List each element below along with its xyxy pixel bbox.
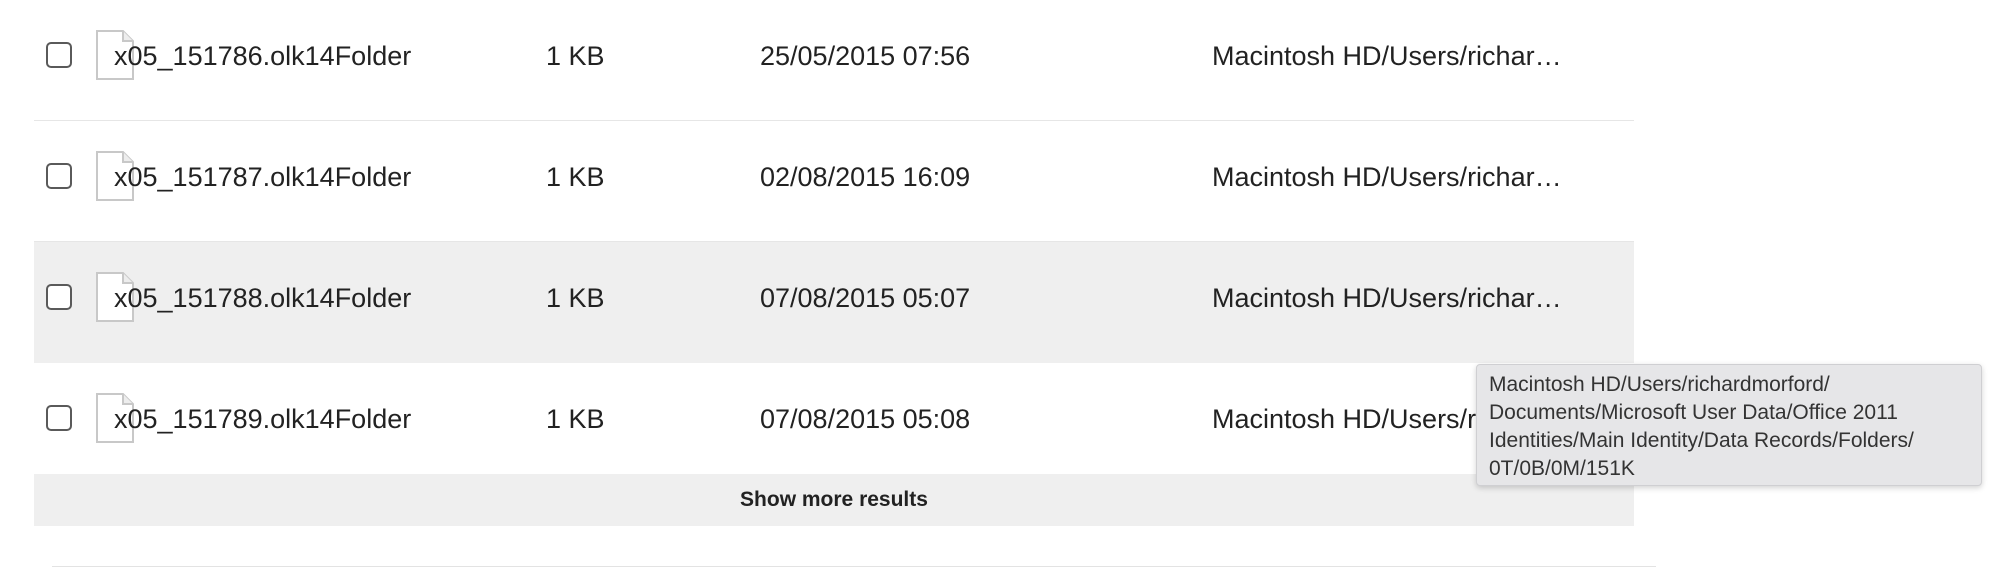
location-tooltip: Macintosh HD/Users/richardmorford/ Docum… (1476, 364, 1982, 486)
tooltip-line: 0T/0B/0M/151K (1489, 457, 1635, 480)
file-name: x05_151789.olk14Folder (114, 404, 412, 434)
row-checkbox[interactable] (46, 284, 72, 310)
file-name: x05_151786.olk14Folder (114, 41, 412, 71)
file-date: 07/08/2015 05:08 (760, 404, 971, 434)
file-row[interactable]: x05_151786.olk14Folder 1 KB 25/05/2015 0… (34, 0, 1634, 121)
file-row[interactable]: x05_151789.olk14Folder 1 KB 07/08/2015 0… (34, 363, 1634, 483)
file-location: Macintosh HD/Users/richardmorford/Docume… (1212, 162, 1576, 192)
file-name: x05_151787.olk14Folder (114, 162, 412, 192)
file-date: 25/05/2015 07:56 (760, 41, 971, 71)
tooltip-line: Macintosh HD/Users/richardmorford/ (1489, 373, 1830, 396)
file-name: x05_151788.olk14Folder (114, 283, 412, 313)
file-location: Macintosh HD/Users/richardmorford/Docume… (1212, 283, 1576, 313)
row-checkbox[interactable] (46, 405, 72, 431)
file-location: Macintosh HD/Users/richardmorford/Docume… (1212, 41, 1576, 71)
file-search-results: x05_151786.olk14Folder 1 KB 25/05/2015 0… (0, 0, 2008, 574)
row-checkbox[interactable] (46, 163, 72, 189)
file-size: 1 KB (546, 283, 605, 313)
file-date: 07/08/2015 05:07 (760, 283, 971, 313)
file-date: 02/08/2015 16:09 (760, 162, 971, 192)
file-size: 1 KB (546, 162, 605, 192)
divider (52, 566, 1656, 567)
file-size: 1 KB (546, 404, 605, 434)
tooltip-line: Documents/Microsoft User Data/Office 201… (1489, 401, 1898, 424)
file-size: 1 KB (546, 41, 605, 71)
row-checkbox[interactable] (46, 42, 72, 68)
tooltip-line: Identities/Main Identity/Data Records/Fo… (1489, 429, 1914, 452)
file-list: x05_151786.olk14Folder 1 KB 25/05/2015 0… (34, 0, 1634, 483)
file-row-hovered[interactable]: x05_151788.olk14Folder 1 KB 07/08/2015 0… (34, 242, 1634, 363)
file-row[interactable]: x05_151787.olk14Folder 1 KB 02/08/2015 1… (34, 121, 1634, 242)
show-more-results-button[interactable]: Show more results (34, 474, 1634, 526)
